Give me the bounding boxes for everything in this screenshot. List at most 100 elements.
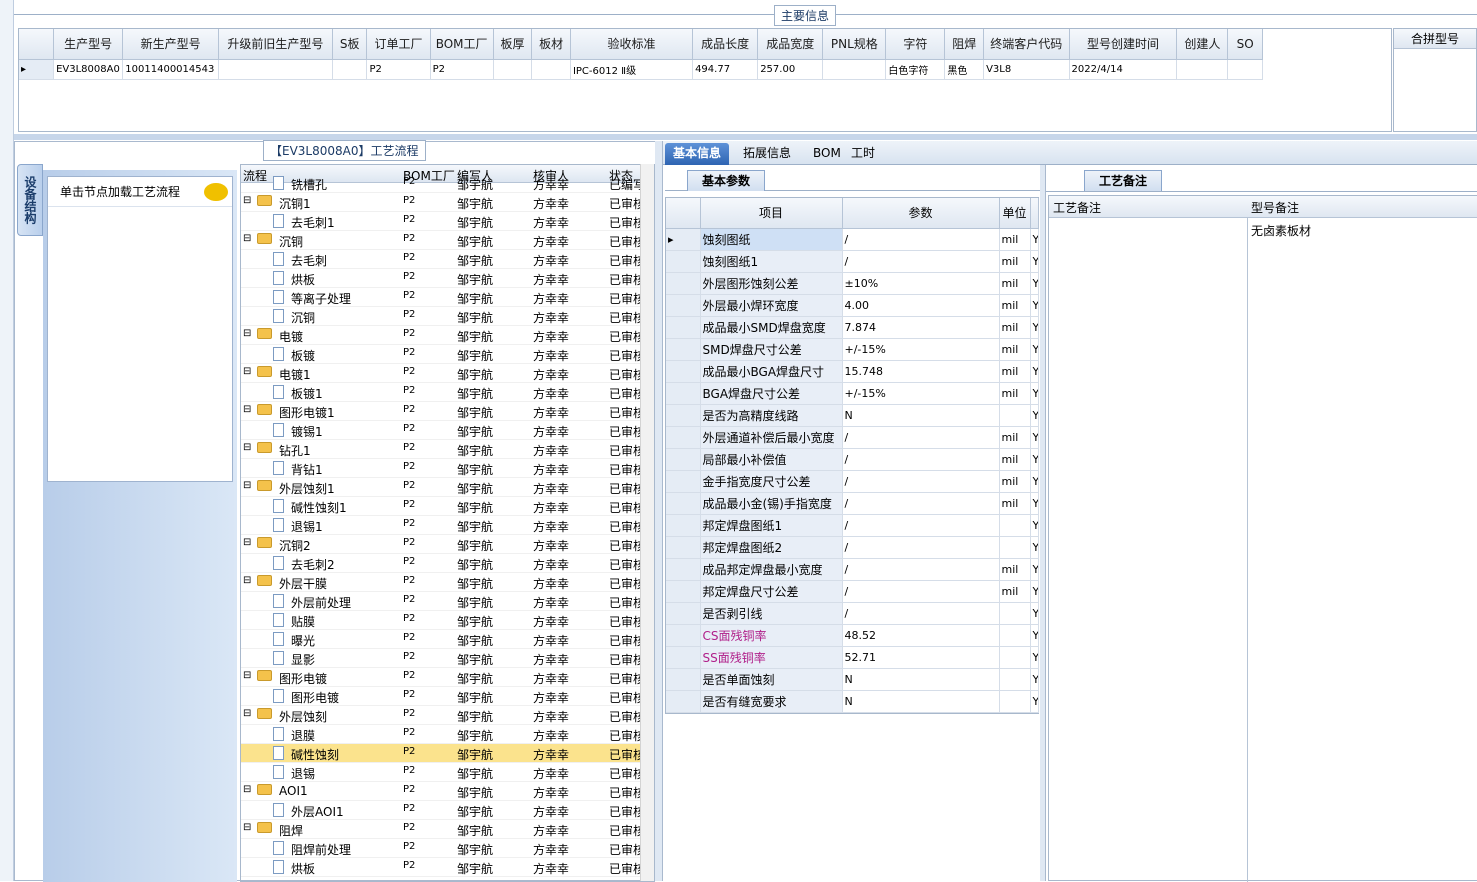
main-cell-14[interactable]: V3L8	[983, 59, 1070, 80]
collapse-icon[interactable]: ⊟	[243, 575, 251, 586]
param-row[interactable]: 是否单面蚀刻N Y	[666, 668, 1039, 691]
flow-row[interactable]: ⊟ 沉铜2 P2 邹宇航 方幸幸 已审核	[241, 535, 654, 554]
flow-row[interactable]: 板镀1 P2 邹宇航 方幸幸 已审核	[241, 383, 654, 402]
main-col-3[interactable]: S板	[332, 29, 368, 60]
flow-row[interactable]: ⊟ 图形电镀 P2 邹宇航 方幸幸 已审核	[241, 668, 654, 687]
main-cell-8[interactable]: IPC-6012 Ⅱ级	[570, 59, 694, 80]
param-value[interactable]: +/-15%	[842, 338, 1000, 361]
flow-row[interactable]: ⊟ 电镀1 P2 邹宇航 方幸幸 已审核	[241, 364, 654, 383]
param-value[interactable]: N	[842, 404, 1000, 427]
param-row[interactable]: CS面残铜率48.52 Y	[666, 624, 1039, 647]
remarks-col-process[interactable]: 工艺备注	[1053, 199, 1101, 216]
device-tree[interactable]: 单击节点加载工艺流程	[47, 176, 233, 482]
splitter-left[interactable]	[655, 141, 662, 881]
main-cell-1[interactable]: 10011400014543	[122, 59, 219, 80]
param-row[interactable]: 外层通道补偿后最小宽度/milY	[666, 426, 1039, 449]
main-col-9[interactable]: 成品长度	[692, 29, 759, 60]
main-col-12[interactable]: 字符	[885, 29, 946, 60]
param-value[interactable]: /	[842, 602, 1000, 625]
flow-row[interactable]: 烘板 P2 邹宇航 方幸幸 已审核	[241, 269, 654, 288]
flow-row[interactable]: 图形电镀 P2 邹宇航 方幸幸 已审核	[241, 687, 654, 706]
main-cell-2[interactable]	[218, 59, 333, 80]
main-cell-9[interactable]: 494.77	[692, 59, 759, 80]
flow-row[interactable]: 板镀 P2 邹宇航 方幸幸 已审核	[241, 345, 654, 364]
flow-row[interactable]: 等离子处理 P2 邹宇航 方幸幸 已审核	[241, 288, 654, 307]
main-col-14[interactable]: 终端客户代码	[983, 29, 1070, 60]
param-row[interactable]: 外层最小焊环宽度4.00milY	[666, 294, 1039, 317]
flow-row[interactable]: 阻焊前处理 P2 邹宇航 方幸幸 已审核	[241, 839, 654, 858]
process-flow-tree[interactable]: 流程 BOM工厂 编写人 核审人 状态 铣槽孔 P2 邹宇航 方幸幸 已编写 ⊟ 沉铜1 P2…	[240, 164, 655, 882]
param-row[interactable]: SS面残铜率52.71 Y	[666, 646, 1039, 669]
param-row[interactable]: 是否剥引线/ Y	[666, 602, 1039, 625]
collapse-icon[interactable]: ⊟	[243, 328, 251, 339]
flow-row[interactable]: 去毛刺2 P2 邹宇航 方幸幸 已审核	[241, 554, 654, 573]
params-col-item[interactable]: 项目	[700, 198, 843, 229]
main-cell-7[interactable]	[531, 59, 571, 80]
flow-row[interactable]: 镀锡1 P2 邹宇航 方幸幸 已审核	[241, 421, 654, 440]
main-col-1[interactable]: 新生产型号	[122, 29, 219, 60]
main-col-8[interactable]: 验收标准	[570, 29, 694, 60]
main-col-4[interactable]: 订单工厂	[366, 29, 431, 60]
param-value[interactable]: 52.71	[842, 646, 1000, 669]
flow-row[interactable]: 碱性蚀刻1 P2 邹宇航 方幸幸 已审核	[241, 497, 654, 516]
collapse-icon[interactable]: ⊟	[243, 233, 251, 244]
main-cell-3[interactable]	[332, 59, 368, 80]
main-col-6[interactable]: 板厚	[493, 29, 533, 60]
flow-row[interactable]: ⊟ 外层蚀刻 P2 邹宇航 方幸幸 已审核	[241, 706, 654, 725]
param-row[interactable]: 成品邦定焊盘最小宽度/milY	[666, 558, 1039, 581]
param-row[interactable]: 邦定焊盘尺寸公差/milY	[666, 580, 1039, 603]
flow-row[interactable]: ⊟ 外层干膜 P2 邹宇航 方幸幸 已审核	[241, 573, 654, 592]
param-value[interactable]: N	[842, 668, 1000, 691]
collapse-icon[interactable]: ⊟	[243, 442, 251, 453]
main-col-17[interactable]: SO	[1227, 29, 1263, 60]
param-value[interactable]: /	[842, 536, 1000, 559]
param-row[interactable]: 外层图形蚀刻公差±10%milY	[666, 272, 1039, 295]
device-tree-item[interactable]: 单击节点加载工艺流程	[48, 177, 232, 207]
param-value[interactable]: ±10%	[842, 272, 1000, 295]
collapse-icon[interactable]: ⊟	[243, 537, 251, 548]
param-row[interactable]: 局部最小补偿值/milY	[666, 448, 1039, 471]
flow-row[interactable]: 退锡1 P2 邹宇航 方幸幸 已审核	[241, 516, 654, 535]
main-cell-16[interactable]	[1176, 59, 1229, 80]
tab-basic-info[interactable]: 基本信息	[665, 143, 730, 165]
param-value[interactable]: 15.748	[842, 360, 1000, 383]
main-col-15[interactable]: 型号创建时间	[1069, 29, 1178, 60]
flow-row[interactable]: 去毛刺 P2 邹宇航 方幸幸 已审核	[241, 250, 654, 269]
params-grid[interactable]: 项目 参数 单位 ▸蚀刻图纸/milY蚀刻图纸1/milY外层图形蚀刻公差±10…	[665, 197, 1039, 714]
param-row[interactable]: 金手指宽度尺寸公差/milY	[666, 470, 1039, 493]
flow-scrollbar[interactable]	[640, 164, 654, 881]
main-cell-15[interactable]: 2022/4/14	[1069, 59, 1178, 80]
param-value[interactable]: /	[842, 250, 1000, 273]
param-value[interactable]: /	[842, 426, 1000, 449]
collapse-icon[interactable]: ⊟	[243, 822, 251, 833]
param-value[interactable]: /	[842, 448, 1000, 471]
flow-row[interactable]: ⊟ 电镀 P2 邹宇航 方幸幸 已审核	[241, 326, 654, 345]
main-col-5[interactable]: BOM工厂	[430, 29, 494, 60]
flow-row[interactable]: 沉铜 P2 邹宇航 方幸幸 已审核	[241, 307, 654, 326]
flow-row[interactable]: ⊟ 沉铜1 P2 邹宇航 方幸幸 已审核	[241, 193, 654, 212]
collapse-icon[interactable]: ⊟	[243, 366, 251, 377]
param-value[interactable]: N	[842, 690, 1000, 713]
flow-row[interactable]: ⊟ 钻孔1 P2 邹宇航 方幸幸 已审核	[241, 440, 654, 459]
param-row[interactable]: ▸蚀刻图纸/milY	[666, 228, 1039, 251]
main-cell-5[interactable]: P2	[430, 59, 494, 80]
main-cell-10[interactable]: 257.00	[757, 59, 824, 80]
splitter-top[interactable]	[14, 134, 1477, 140]
main-col-0[interactable]: 生产型号	[53, 29, 124, 60]
flow-row[interactable]: 外层前处理 P2 邹宇航 方幸幸 已审核	[241, 592, 654, 611]
flow-row[interactable]: 背钻1 P2 邹宇航 方幸幸 已审核	[241, 459, 654, 478]
param-row[interactable]: 是否有缝宽要求N Y	[666, 690, 1039, 713]
main-col-16[interactable]: 创建人	[1176, 29, 1229, 60]
collapse-icon[interactable]: ⊟	[243, 708, 251, 719]
collapse-icon[interactable]: ⊟	[243, 784, 251, 795]
collapse-icon[interactable]: ⊟	[243, 670, 251, 681]
main-cell-13[interactable]: 黑色	[944, 59, 985, 80]
main-cell-11[interactable]	[822, 59, 887, 80]
param-value[interactable]: /	[842, 580, 1000, 603]
params-col-value[interactable]: 参数	[842, 198, 1000, 229]
flow-row[interactable]: 外层AOI1 P2 邹宇航 方幸幸 已审核	[241, 801, 654, 820]
param-row[interactable]: 成品最小SMD焊盘宽度7.874milY	[666, 316, 1039, 339]
flow-row[interactable]: 显影 P2 邹宇航 方幸幸 已审核	[241, 649, 654, 668]
param-row[interactable]: 邦定焊盘图纸2/ Y	[666, 536, 1039, 559]
param-value[interactable]: /	[842, 228, 1000, 251]
